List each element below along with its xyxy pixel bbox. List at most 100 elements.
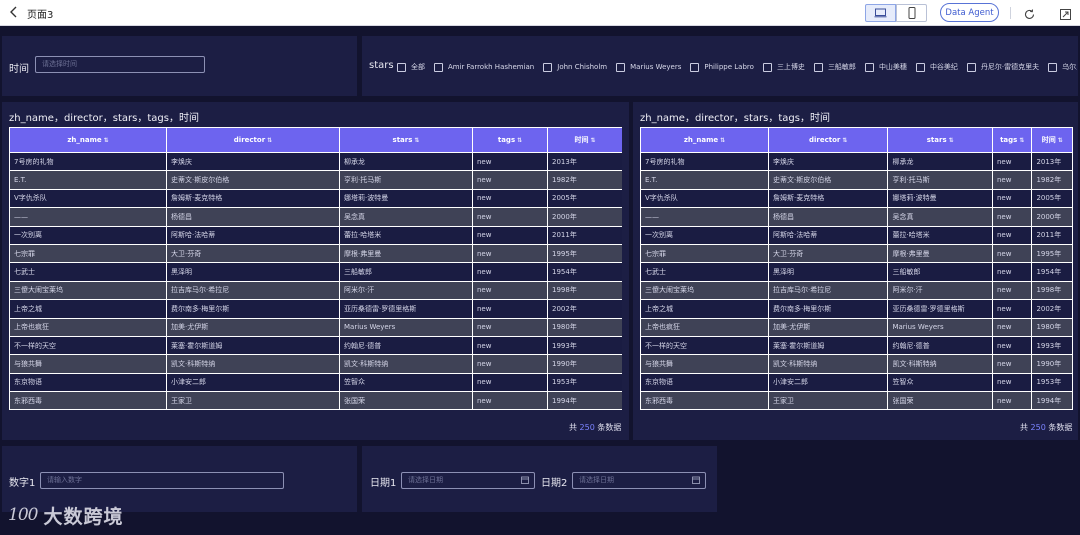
sort-icon[interactable]: ⇅ <box>720 137 725 144</box>
table-row[interactable]: V字仇杀队 詹姆斯·麦克特格 娜塔莉·波特曼 new 2005年 <box>640 188 1073 209</box>
sort-icon[interactable]: ⇅ <box>517 137 522 144</box>
table-cell: 摩根·弗里曼 <box>887 243 993 264</box>
table-cell: 莱塞·霍尔斯道姆 <box>166 335 340 356</box>
table-row[interactable]: —— 杨德昌 吴念真 new 2000年 <box>9 207 622 227</box>
table-row[interactable]: —— 杨德昌 吴念真 new 2000年 <box>640 207 1073 227</box>
sort-icon[interactable]: ⇅ <box>842 137 847 144</box>
checkbox[interactable] <box>616 62 626 72</box>
table-row[interactable]: 七武士 黑泽明 三船敏郎 new 1954年 <box>9 262 622 282</box>
stars-option[interactable]: 全部 <box>397 62 425 72</box>
table-row[interactable]: 7号房的礼物 李焕庆 柳承龙 new 2013年 <box>9 151 622 172</box>
checkbox[interactable] <box>762 62 772 72</box>
table-row[interactable]: 三傻大闹宝莱坞 拉吉库马尔·希拉尼 阿米尔·汗 new 1998年 <box>9 280 622 301</box>
column-header[interactable]: stars ⇅ <box>339 127 473 153</box>
stars-option[interactable]: Philippe Labro <box>690 62 754 72</box>
column-header[interactable]: zh_name ⇅ <box>640 127 769 153</box>
table-row[interactable]: 上帝也疯狂 加美·尤伊斯 Marius Weyers new 1980年 <box>640 317 1073 337</box>
table-row[interactable]: 不一样的天空 莱塞·霍尔斯道姆 约翰尼·德普 new 1993年 <box>9 335 622 356</box>
table-cell: 七武士 <box>640 262 769 282</box>
checkbox[interactable] <box>434 62 443 72</box>
checkbox[interactable] <box>813 62 823 72</box>
sort-icon[interactable]: ⇅ <box>104 137 109 144</box>
column-header[interactable]: 时间 ⇅ <box>1031 127 1073 153</box>
table-total-1: 共 250 条数据 <box>569 422 621 433</box>
checkbox[interactable] <box>915 62 925 72</box>
column-header[interactable]: tags ⇅ <box>472 127 548 153</box>
back-arrow-icon[interactable] <box>8 5 20 19</box>
table-row[interactable]: 东邪西毒 王家卫 张国荣 new 1994年 <box>640 391 1073 411</box>
sort-icon[interactable]: ⇅ <box>590 137 595 144</box>
mobile-view-toggle[interactable] <box>896 4 927 22</box>
column-header[interactable]: tags ⇅ <box>991 127 1033 153</box>
stars-option[interactable]: 中谷美纪 <box>915 62 958 72</box>
sort-icon[interactable]: ⇅ <box>1019 137 1024 144</box>
table-cell: 李焕庆 <box>767 151 889 172</box>
data-agent-button[interactable]: Data Agent <box>940 3 999 22</box>
table-scroll-1[interactable]: zh_name ⇅ director ⇅ stars ⇅ tags ⇅ 时间 ⇅ 7号房的礼物 李焕… <box>9 127 622 414</box>
table-cell: 费尔南多·梅里尔斯 <box>767 299 889 319</box>
sort-icon[interactable]: ⇅ <box>267 137 272 144</box>
table-row[interactable]: 三傻大闹宝莱坞 拉吉库马尔·希拉尼 阿米尔·汗 new 1998年 <box>640 280 1073 301</box>
column-header[interactable]: 时间 ⇅ <box>547 127 622 153</box>
table-row[interactable]: 7号房的礼物 李焕庆 柳承龙 new 2013年 <box>640 151 1073 172</box>
checkbox[interactable] <box>864 62 874 72</box>
table-row[interactable]: 七宗罪 大卫·芬奇 摩根·弗里曼 new 1995年 <box>9 243 622 264</box>
table-cell: 三傻大闹宝莱坞 <box>9 280 167 301</box>
date2-input[interactable]: 请选择日期 <box>572 472 706 489</box>
table-row[interactable]: 与狼共舞 凯文·科斯特纳 凯文·科斯特纳 new 1990年 <box>640 354 1073 374</box>
checkbox[interactable] <box>397 62 406 72</box>
total-count: 250 <box>579 423 595 432</box>
number-input[interactable]: 请输入数字 <box>40 472 284 489</box>
sort-icon[interactable]: ⇅ <box>1058 137 1063 144</box>
table-row[interactable]: 一次别离 阿斯哈·法哈蒂 蕾拉·哈塔米 new 2011年 <box>9 225 622 245</box>
table-cell: new <box>991 262 1033 282</box>
table-row[interactable]: 一次别离 阿斯哈·法哈蒂 蕾拉·哈塔米 new 2011年 <box>640 225 1073 245</box>
table-row[interactable]: 上帝也疯狂 加美·尤伊斯 Marius Weyers new 1980年 <box>9 317 622 337</box>
table-row[interactable]: 上帝之城 费尔南多·梅里尔斯 亚历桑德雷·罗德里格斯 new 2002年 <box>640 299 1073 319</box>
stars-option[interactable]: 丹尼尔·雷德克里夫 <box>966 62 1040 72</box>
column-header[interactable]: stars ⇅ <box>887 127 993 153</box>
table-row[interactable]: E.T. 史蒂文·斯皮尔伯格 亨利·托马斯 new 1982年 <box>9 170 622 190</box>
checkbox[interactable] <box>966 62 976 72</box>
time-input[interactable]: 请选择时间 <box>35 56 205 73</box>
table-row[interactable]: 与狼共舞 凯文·科斯特纳 凯文·科斯特纳 new 1990年 <box>9 354 622 374</box>
stars-option-label: 丹尼尔·雷德克里夫 <box>980 63 1040 71</box>
table-row[interactable]: 七宗罪 大卫·芬奇 摩根·弗里曼 new 1995年 <box>640 243 1073 264</box>
stars-option[interactable]: John Chisholm <box>543 62 608 72</box>
sort-icon[interactable]: ⇅ <box>949 137 954 144</box>
table-cell: new <box>472 243 548 264</box>
table-row[interactable]: 不一样的天空 莱塞·霍尔斯道姆 约翰尼·德普 new 1993年 <box>640 335 1073 356</box>
stars-option[interactable]: 三船敏郎 <box>813 62 856 72</box>
column-header[interactable]: zh_name ⇅ <box>9 127 167 153</box>
table-row[interactable]: 上帝之城 费尔南多·梅里尔斯 亚历桑德雷·罗德里格斯 new 2002年 <box>9 299 622 319</box>
column-header[interactable]: director ⇅ <box>166 127 340 153</box>
table-row[interactable]: 东京物语 小津安二郎 笠智众 new 1953年 <box>640 372 1073 393</box>
table-cell: new <box>472 188 548 209</box>
table-row[interactable]: 东京物语 小津安二郎 笠智众 new 1953年 <box>9 372 622 393</box>
table-cell: 东邪西毒 <box>640 391 769 411</box>
stars-option[interactable]: Amir Farrokh Hashemian <box>434 62 534 72</box>
table-row[interactable]: E.T. 史蒂文·斯皮尔伯格 亨利·托马斯 new 1982年 <box>640 170 1073 190</box>
table-cell: 1990年 <box>1031 354 1073 374</box>
table-scroll-2[interactable]: zh_name ⇅ director ⇅ stars ⇅ tags ⇅ 时间 ⇅ 7号房的礼物 李焕… <box>640 127 1073 414</box>
column-header[interactable]: director ⇅ <box>767 127 889 153</box>
stars-option[interactable]: 三上博史 <box>762 62 805 72</box>
stars-option-label: John Chisholm <box>557 63 608 71</box>
table-row[interactable]: 东邪西毒 王家卫 张国荣 new 1994年 <box>9 391 622 411</box>
toolbar-divider <box>1010 7 1011 19</box>
table-row[interactable]: V字仇杀队 詹姆斯·麦克特格 娜塔莉·波特曼 new 2005年 <box>9 188 622 209</box>
table-cell: new <box>991 280 1033 301</box>
table-row[interactable]: 七武士 黑泽明 三船敏郎 new 1954年 <box>640 262 1073 282</box>
stars-option[interactable]: 乌尔里希 <box>1048 62 1077 72</box>
refresh-icon[interactable] <box>1023 6 1036 19</box>
desktop-view-toggle[interactable] <box>865 4 896 22</box>
stars-option[interactable]: Marius Weyers <box>616 62 681 72</box>
checkbox[interactable] <box>690 62 700 72</box>
date1-input[interactable]: 请选择日期 <box>401 472 535 489</box>
checkbox[interactable] <box>1048 62 1058 72</box>
fullscreen-icon[interactable] <box>1059 6 1072 20</box>
sort-icon[interactable]: ⇅ <box>414 137 419 144</box>
table-cell: new <box>991 317 1033 337</box>
stars-option[interactable]: 中山美穗 <box>864 62 907 72</box>
checkbox[interactable] <box>543 62 553 72</box>
